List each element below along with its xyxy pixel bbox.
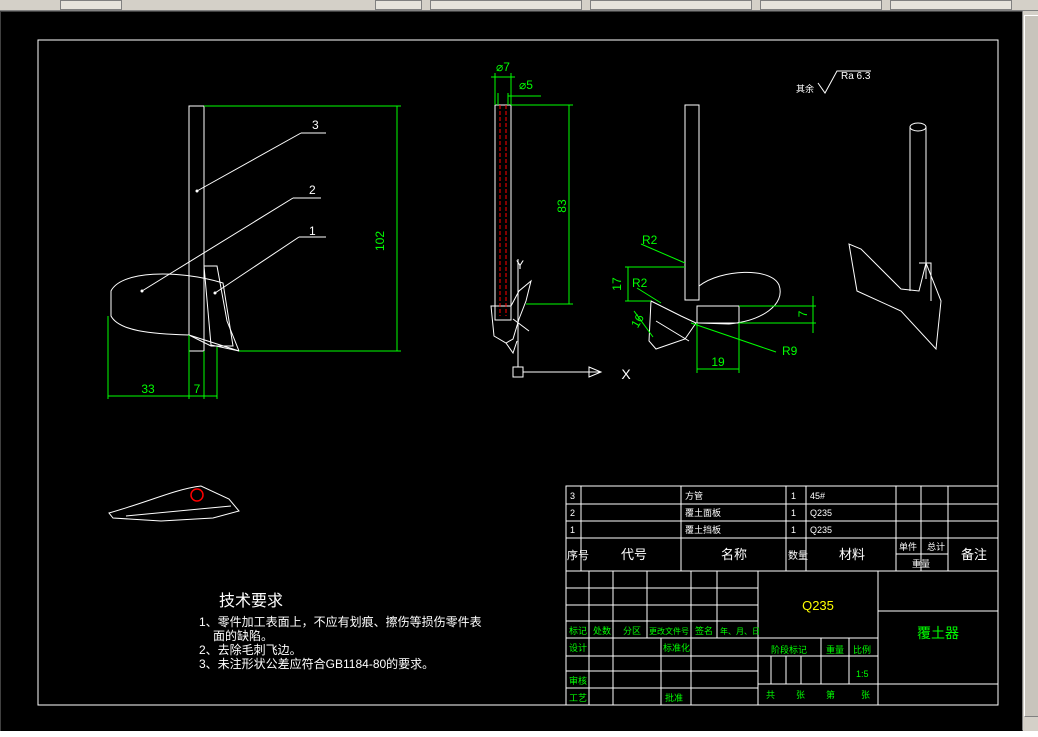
check-label: 审核 (569, 675, 587, 686)
tech-requirements: 技术要求 1、零件加工表面上，不应有划痕、擦伤等损伤零件表 面的缺陷。 2、去除… (199, 592, 482, 671)
process-label: 工艺 (569, 693, 587, 703)
sheets-label: 共 (766, 690, 775, 700)
part-qty: 1 (791, 525, 796, 535)
side-view (490, 104, 532, 355)
callout-1: 1 (309, 224, 316, 238)
dim-7-right: 7 (796, 310, 810, 317)
part-material: 45# (810, 491, 825, 501)
front-view (110, 105, 240, 352)
iso-view (848, 122, 942, 351)
part-no: 2 (570, 508, 575, 518)
weight-label: 重量 (826, 644, 844, 655)
header-no: 序号 (567, 548, 589, 562)
dim-phi5: ⌀5 (519, 78, 533, 92)
revision-header: 标记 处数 分区 更改文件号 签名 年、月、日 设计 标准化 阶段标记 重量 比… (569, 625, 871, 703)
dim-r2-lower: R2 (632, 276, 648, 290)
sheets-label: 张 (861, 690, 870, 700)
header-single: 单件 (899, 541, 917, 552)
approve-label: 批准 (665, 692, 683, 703)
dim-83: 83 (555, 199, 569, 213)
cad-drawing: 102 33 7 3 2 1 ⌀7 ⌀5 83 X Y R2 R2 17 16 … (37, 39, 999, 706)
lineweight-dropdown[interactable] (890, 0, 1012, 10)
ucs-y-label: Y (516, 258, 524, 272)
rev-label: 处数 (593, 625, 611, 636)
scale-value: 1:5 (856, 669, 869, 679)
title-block (565, 485, 999, 706)
vertical-scrollbar[interactable] (1022, 11, 1038, 730)
part-qty: 1 (791, 491, 796, 501)
right-view (648, 104, 781, 350)
tech-req-line: 2、去除毛刺飞边。 (199, 642, 302, 657)
callout-2: 2 (309, 183, 316, 197)
header-material: 材料 (839, 547, 865, 562)
dim-r9: R9 (782, 344, 798, 358)
header-total: 总计 (927, 541, 945, 552)
parts-header: 序号 代号 名称 数量 材料 单件 总计 重量 备注 (567, 541, 987, 569)
toolbar-button[interactable] (375, 0, 422, 10)
border-frame (37, 39, 999, 706)
part-qty: 1 (791, 508, 796, 518)
part-no: 3 (570, 491, 575, 501)
dim-r2-upper: R2 (642, 233, 658, 247)
dim-102: 102 (373, 231, 387, 251)
design-label: 设计 (569, 642, 587, 653)
dim-7: 7 (194, 382, 201, 396)
tech-req-line: 3、未注形状公差应符合GB1184-80的要求。 (199, 656, 434, 671)
part-material: Q235 (810, 508, 832, 518)
ucs-x-label: X (621, 366, 631, 382)
rev-label: 分区 (623, 626, 641, 636)
header-remark: 备注 (961, 547, 987, 562)
drawing-canvas[interactable]: 102 33 7 3 2 1 ⌀7 ⌀5 83 X Y R2 R2 17 16 … (0, 11, 1023, 732)
rev-label: 更改文件号 (649, 626, 689, 636)
sheets-label: 张 (796, 690, 805, 700)
scrollbar-thumb[interactable] (1024, 15, 1038, 717)
roughness-value: Ra 6.3 (841, 71, 871, 82)
header-qty: 数量 (788, 549, 808, 562)
dim-phi7: ⌀7 (496, 60, 510, 74)
leaders (141, 132, 326, 294)
rev-label: 签名 (695, 625, 713, 636)
toolbar-button[interactable] (60, 0, 122, 10)
rev-label: 年、月、日 (720, 626, 760, 636)
header-name: 名称 (721, 547, 747, 562)
dim-16: 16 (628, 311, 647, 330)
toolbar (0, 0, 1038, 11)
part-name: 方管 (685, 490, 703, 501)
bottom-view (108, 485, 240, 522)
part-no: 1 (570, 525, 575, 535)
sheets-label: 第 (826, 689, 835, 700)
part-name: 覆土面板 (685, 507, 721, 518)
rev-label: 标记 (569, 625, 587, 636)
material-big: Q235 (802, 598, 834, 613)
roughness-prefix: 其余 (796, 83, 814, 95)
tech-req-line: 1、零件加工表面上，不应有划痕、擦伤等损伤零件表 (199, 614, 482, 629)
command-line[interactable] (0, 731, 1038, 737)
stage-label: 阶段标记 (771, 644, 807, 655)
side-dimensions (491, 73, 573, 305)
part-material: Q235 (810, 525, 832, 535)
standardize-label: 标准化 (663, 642, 690, 653)
layer-dropdown[interactable] (430, 0, 582, 10)
scale-label: 比例 (853, 644, 871, 655)
linetype-dropdown[interactable] (760, 0, 882, 10)
red-marker (190, 488, 204, 502)
header-code: 代号 (621, 547, 647, 562)
color-dropdown[interactable] (590, 0, 752, 10)
part-title: 覆土器 (917, 626, 959, 642)
dim-19: 19 (711, 355, 725, 369)
callout-3: 3 (312, 118, 319, 132)
dim-17: 17 (610, 277, 624, 291)
tech-req-line: 面的缺陷。 (213, 628, 273, 643)
header-weight: 重量 (912, 558, 930, 569)
dim-33: 33 (141, 382, 155, 396)
parts-list: 3 方管 1 45# 2 覆土面板 1 Q235 1 覆土挡板 1 Q235 (570, 490, 832, 535)
tech-req-title: 技术要求 (219, 592, 283, 610)
front-dimensions (107, 105, 401, 399)
ucs-icon (512, 259, 603, 378)
part-name: 覆土挡板 (685, 524, 721, 535)
